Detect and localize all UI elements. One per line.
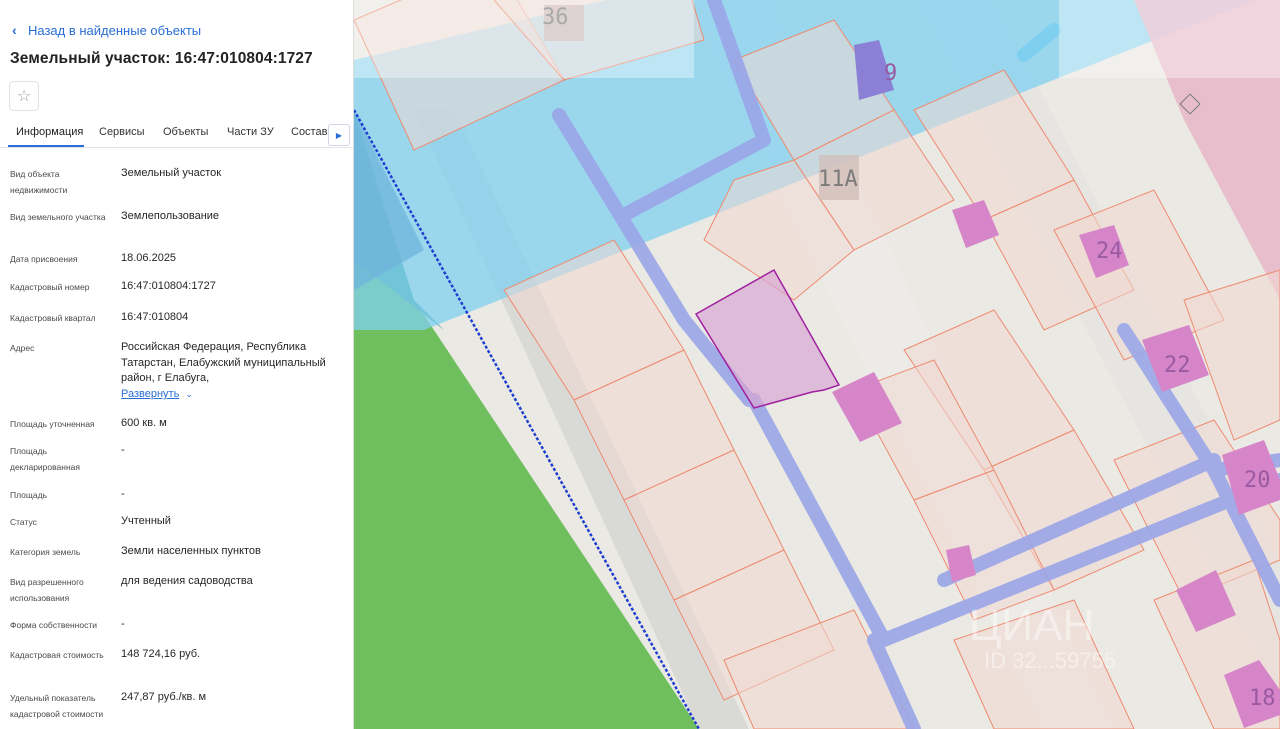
house-number-label: 20 (1244, 468, 1271, 493)
map-overlay (354, 0, 694, 78)
active-tab-indicator (8, 145, 84, 147)
detail-value: - (121, 444, 125, 456)
detail-value: Российская Федерация, Республика Татарст… (121, 341, 326, 384)
detail-value: Землепользование (121, 210, 220, 222)
detail-label: Статус (10, 517, 37, 527)
tab-bar: Информация Сервисы Объекты Части ЗУ Сост… (0, 118, 353, 148)
house-number-label: 24 (1096, 239, 1123, 264)
detail-label: Площадь (10, 490, 48, 500)
detail-label: Категория земель (10, 547, 81, 557)
detail-value: для ведения садоводства (121, 575, 253, 587)
detail-label: Вид объекта недвижимости (10, 169, 68, 195)
house-number-label: 9 (884, 61, 897, 86)
expand-label: Развернуть (121, 388, 180, 400)
tab-composition[interactable]: Состав (291, 126, 327, 138)
detail-label: Кадастровый номер (10, 282, 90, 292)
detail-label: Дата присвоения (10, 254, 78, 264)
house-number-label: 18 (1249, 686, 1276, 711)
tab-objects[interactable]: Объекты (163, 126, 208, 138)
object-info-panel: ‹ Назад в найденные объекты Земельный уч… (0, 0, 354, 729)
detail-value: 247,87 руб./кв. м (121, 691, 207, 703)
detail-label: Площадь декларированная (10, 446, 80, 472)
map-overlay (1059, 0, 1280, 78)
favorite-button[interactable]: ☆ (9, 81, 39, 111)
back-to-results-link[interactable]: ‹ Назад в найденные объекты (12, 22, 201, 38)
chevron-left-icon: ‹ (12, 22, 17, 38)
house-number-label: 11А (818, 167, 858, 192)
detail-value: 16:47:010804:1727 (121, 280, 216, 292)
star-icon: ☆ (16, 88, 32, 105)
house-number-label: 22 (1164, 353, 1191, 378)
detail-value: Учтенный (121, 515, 171, 527)
detail-label: Кадастровая стоимость (10, 650, 104, 660)
cadastral-map[interactable]: 36 9 11А 24 22 20 18 ЦИАН ID 32...59755 (354, 0, 1280, 729)
detail-value: 16:47:010804 (121, 311, 189, 323)
caret-right-icon: ▶ (335, 130, 343, 140)
chevron-down-icon: ⌄ (185, 389, 193, 399)
detail-label: Удельный показатель кадастровой стоимост… (10, 693, 104, 719)
detail-label: Вид земельного участка (10, 212, 106, 222)
detail-value: 600 кв. м (121, 417, 167, 429)
tab-parts[interactable]: Части ЗУ (227, 126, 274, 138)
detail-label: Площадь уточненная (10, 419, 95, 429)
detail-label: Форма собственности (10, 620, 97, 630)
watermark: ЦИАН (969, 601, 1094, 650)
back-link-label: Назад в найденные объекты (28, 22, 202, 38)
detail-value: - (121, 488, 125, 500)
detail-label: Кадастровый квартал (10, 313, 96, 323)
detail-value: 148 724,16 руб. (121, 648, 201, 660)
tab-information[interactable]: Информация (16, 126, 83, 138)
detail-value: Земли населенных пунктов (121, 545, 261, 557)
map-canvas[interactable]: 36 9 11А 24 22 20 18 ЦИАН ID 32...59755 (354, 0, 1280, 729)
detail-value: 18.06.2025 (121, 252, 177, 264)
page-title: Земельный участок: 16:47:010804:1727 (10, 50, 313, 67)
detail-value: Земельный участок (121, 167, 222, 179)
detail-label: Вид разрешенного использования (10, 577, 84, 603)
app-root: ‹ Назад в найденные объекты Земельный уч… (0, 0, 1280, 729)
tabs-scroll-right-button[interactable]: ▶ (328, 124, 350, 146)
detail-label: Адрес (10, 343, 35, 353)
expand-address-link[interactable]: Развернуть ⌄ (121, 388, 193, 400)
watermark-id: ID 32...59755 (984, 648, 1116, 673)
detail-value: - (121, 618, 125, 630)
tab-services[interactable]: Сервисы (99, 126, 145, 138)
